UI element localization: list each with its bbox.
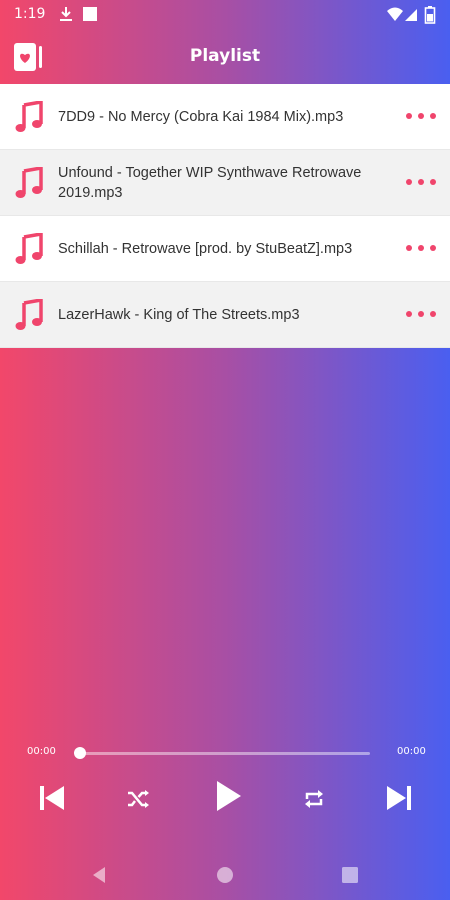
app-bar: Playlist — [0, 30, 450, 84]
shuffle-icon[interactable] — [121, 782, 155, 816]
music-note-icon — [0, 232, 58, 265]
download-icon — [58, 5, 74, 27]
play-icon[interactable] — [208, 776, 248, 816]
song-title: LazerHawk - King of The Streets.mp3 — [58, 306, 300, 323]
repeat-icon[interactable] — [297, 782, 331, 816]
wifi-icon — [386, 5, 404, 27]
square-notification-icon — [82, 5, 98, 27]
song-title: 7DD9 - No Mercy (Cobra Kai 1984 Mix).mp3 — [58, 108, 344, 125]
duration-time: 00:00 — [397, 746, 426, 757]
song-title: Schillah - Retrowave [prod. by StuBeatZ]… — [58, 240, 353, 257]
status-bar: 1:19 — [0, 0, 450, 30]
home-icon[interactable] — [214, 864, 236, 886]
music-note-icon — [0, 100, 58, 133]
signal-icon — [404, 5, 418, 27]
list-item[interactable]: LazerHawk - King of The Streets.mp3 — [0, 282, 450, 348]
seek-thumb[interactable] — [74, 747, 86, 759]
more-dots-icon[interactable] — [406, 304, 436, 324]
recents-icon[interactable] — [339, 864, 361, 886]
more-dots-icon[interactable] — [406, 238, 436, 258]
song-title: Unfound - Together WIP Synthwave Retrowa… — [58, 164, 362, 201]
playlist: 7DD9 - No Mercy (Cobra Kai 1984 Mix).mp3… — [0, 84, 450, 348]
elapsed-time: 00:00 — [27, 746, 56, 757]
music-note-icon — [0, 166, 58, 199]
back-icon[interactable] — [88, 864, 110, 886]
system-nav-bar — [0, 852, 450, 900]
status-time: 1:19 — [14, 6, 46, 22]
seek-bar[interactable] — [74, 747, 370, 759]
list-item[interactable]: 7DD9 - No Mercy (Cobra Kai 1984 Mix).mp3 — [0, 84, 450, 150]
battery-icon — [424, 5, 436, 29]
list-item[interactable]: Schillah - Retrowave [prod. by StuBeatZ]… — [0, 216, 450, 282]
skip-previous-icon[interactable] — [34, 780, 70, 816]
more-dots-icon[interactable] — [406, 172, 436, 192]
music-note-icon — [0, 298, 58, 331]
list-item[interactable]: Unfound - Together WIP Synthwave Retrowa… — [0, 150, 450, 216]
skip-next-icon[interactable] — [381, 780, 417, 816]
more-dots-icon[interactable] — [406, 106, 436, 126]
page-title: Playlist — [189, 46, 261, 66]
